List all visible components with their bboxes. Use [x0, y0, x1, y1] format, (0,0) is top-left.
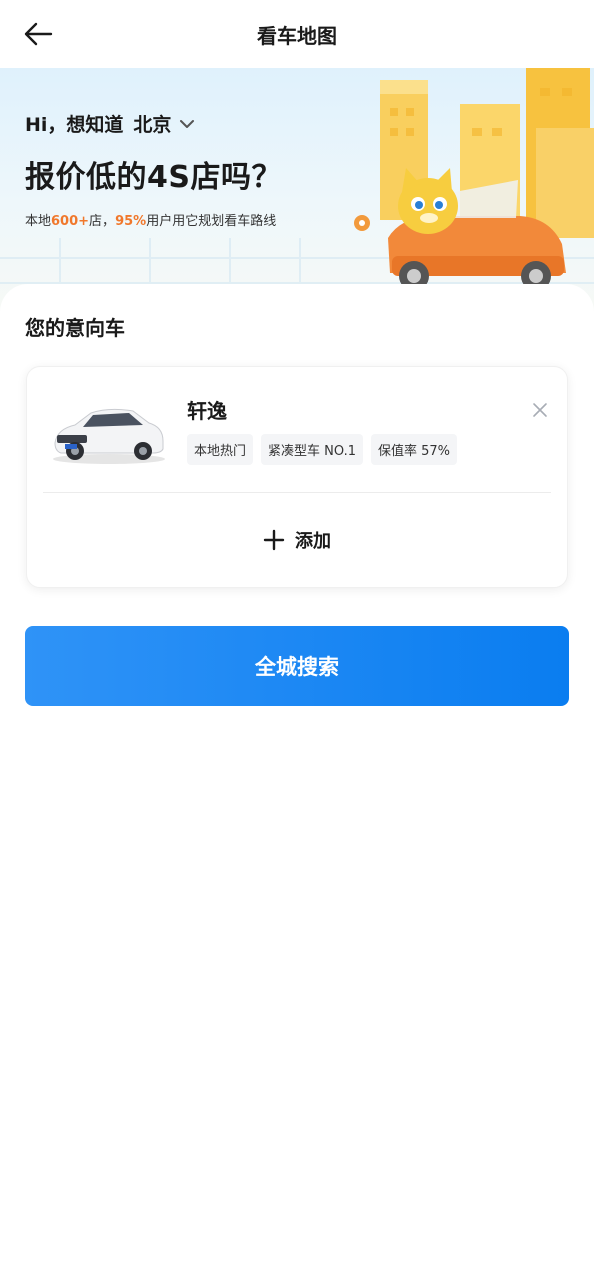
city-selector[interactable]: 北京 [133, 110, 195, 137]
remove-car-button[interactable] [529, 399, 551, 421]
sub-text-b: 店， [89, 214, 116, 229]
car-tag: 本地热门 [187, 434, 254, 465]
car-tag: 紧凑型车 NO.1 [261, 434, 363, 465]
user-percent: 95% [115, 214, 147, 229]
sub-text-c: 用户用它规划看车路线 [146, 214, 277, 229]
arrow-left-icon [24, 22, 53, 46]
car-tags: 本地热门 紧凑型车 NO.1 保值率 57% [187, 434, 458, 465]
car-tag: 保值率 57% [370, 434, 458, 465]
chevron-down-icon [179, 119, 195, 129]
banner-subline: 本地600+店，95%用户用它规划看车路线 [25, 210, 276, 229]
add-car-label: 添加 [295, 531, 331, 552]
divider [43, 492, 551, 493]
add-car-button[interactable]: 添加 [27, 525, 567, 555]
greeting-text: Hi，想知道 [25, 114, 124, 136]
main-panel: 您的意向车 轩逸 本地热门 紧凑型车 NO.1 保值率 57% 添加 全城搜索 [0, 284, 594, 1280]
car-name: 轩逸 [187, 399, 227, 423]
banner-headline: 报价低的4S店吗？ [25, 160, 282, 195]
section-title: 您的意向车 [25, 316, 125, 340]
top-nav: 看车地图 [0, 0, 594, 68]
store-count: 600+ [51, 214, 90, 229]
city-name: 北京 [133, 114, 172, 136]
close-icon [533, 403, 547, 417]
city-mascot-illustration [354, 68, 594, 291]
page-title: 看车地图 [257, 23, 337, 48]
sub-text-a: 本地 [25, 214, 52, 229]
plus-icon [263, 529, 285, 551]
citywide-search-button[interactable]: 全城搜索 [25, 626, 569, 706]
back-button[interactable] [18, 16, 58, 52]
greeting: Hi，想知道 北京 [25, 110, 195, 137]
car-image [53, 408, 165, 464]
intent-car-card: 轩逸 本地热门 紧凑型车 NO.1 保值率 57% 添加 [26, 366, 568, 588]
